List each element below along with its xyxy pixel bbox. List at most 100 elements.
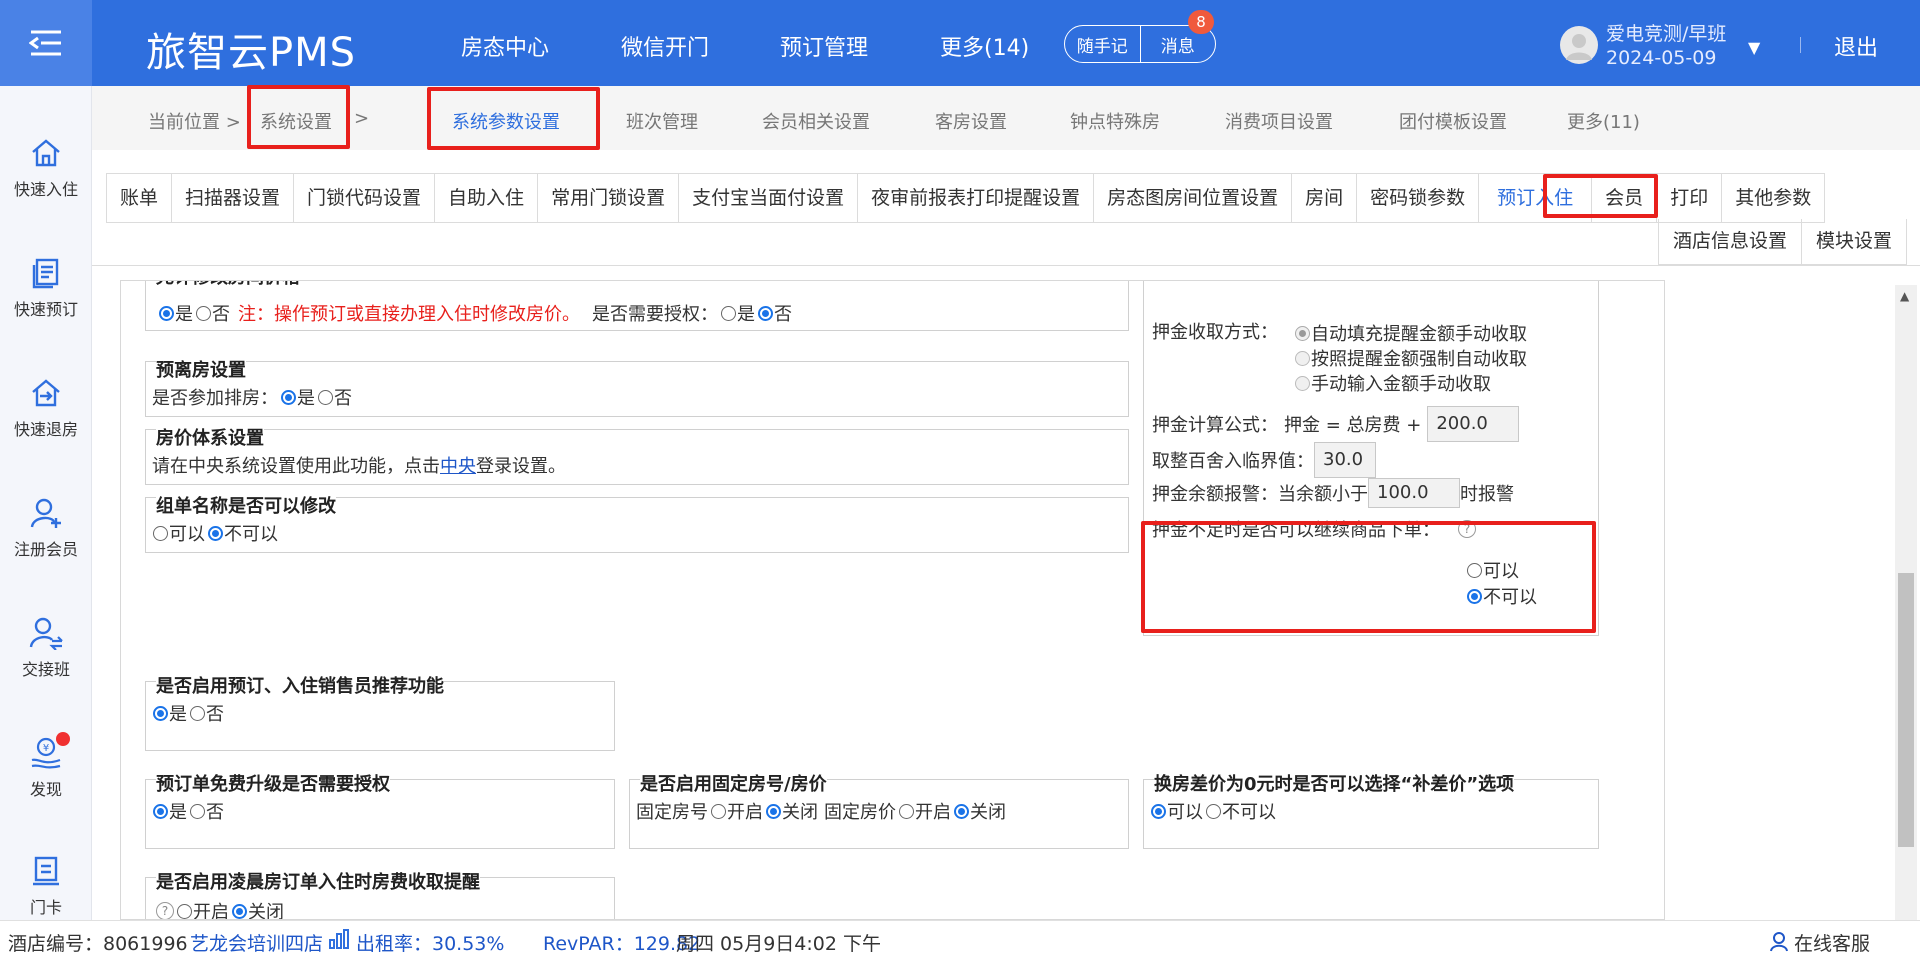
radio-label: 开启 (727, 802, 763, 823)
sidebar-label: 快速退房 (13, 420, 78, 439)
fixed-room-label: 固定房号 (636, 802, 708, 823)
radio-arrange-no[interactable] (318, 389, 333, 405)
subtab-password-lock[interactable]: 密码锁参数 (1357, 174, 1480, 222)
section-title: 换房差价为0元时是否可以选择“补差价”选项 (1154, 770, 1515, 796)
subtab-bill[interactable]: 账单 (107, 174, 173, 222)
user-info[interactable]: 爱电竞测/早班 2024-05-09 (1606, 22, 1726, 70)
breadcrumb: 当前位置 > 系统设置 > 系统参数设置 班次管理 会员相关设置 客房设置 钟点… (92, 86, 1920, 150)
subtab-self-checkin[interactable]: 自助入住 (435, 174, 539, 222)
subtab-room-map-position[interactable]: 房态图房间位置设置 (1094, 174, 1293, 222)
radio-auth-yes[interactable] (721, 305, 736, 321)
user-swap-icon (29, 617, 63, 650)
section-title: 允许修改房间价格 (156, 281, 300, 288)
tab-shift-management[interactable]: 班次管理 (626, 108, 698, 134)
nav-wechat-door[interactable]: 微信开门 (621, 30, 709, 62)
tab-consumption-items[interactable]: 消费项目设置 (1225, 108, 1333, 134)
radio-label: 开启 (915, 802, 951, 823)
radio-group-name-can[interactable] (153, 525, 168, 541)
sidebar-item-quick-checkout[interactable]: 快速退房 (0, 376, 92, 440)
subtab-other-params[interactable]: 其他参数 (1722, 174, 1826, 222)
sidebar-item-quick-booking[interactable]: 快速预订 (0, 256, 92, 320)
section-title: 房价体系设置 (156, 424, 264, 450)
radio-early-off[interactable] (232, 903, 247, 919)
subtab-hotel-info[interactable]: 酒店信息设置 (1659, 219, 1803, 264)
radio-early-on[interactable] (177, 903, 192, 919)
radio-modify-price-yes[interactable] (159, 305, 174, 321)
radio-label: 可以 (1167, 802, 1203, 823)
radio-fixed-price-off[interactable] (954, 803, 969, 819)
radio-arrange-yes[interactable] (281, 389, 296, 405)
sidebar-item-register-member[interactable]: 注册会员 (0, 496, 92, 560)
menu-toggle-button[interactable] (0, 0, 92, 86)
section-modify-room-price: 允许修改房间价格 是 否 注：操作预订或直接办理入住时修改房价。 是否需要授权：… (145, 281, 1129, 331)
subtab-bar-row2: 酒店信息设置 模块设置 (1658, 219, 1908, 265)
subtab-module-settings[interactable]: 模块设置 (1802, 219, 1908, 264)
memo-button[interactable]: 随手记 (1065, 26, 1141, 62)
user-dropdown-icon[interactable]: ▼ (1748, 38, 1760, 57)
radio-modify-price-no[interactable] (196, 305, 211, 321)
nav-booking[interactable]: 预订管理 (780, 30, 868, 62)
radio-group-name-cannot[interactable] (208, 525, 223, 541)
home-icon (32, 139, 60, 167)
nav-room-status[interactable]: 房态中心 (461, 30, 549, 62)
radio-deposit-force-auto[interactable] (1295, 350, 1310, 366)
online-service-link[interactable]: 在线客服 (1794, 929, 1870, 956)
sidebar-item-quick-checkin[interactable]: 快速入住 (0, 136, 92, 200)
sidebar-item-discover[interactable]: ¥ 发现 (0, 736, 92, 800)
radio-auth-no[interactable] (758, 305, 773, 321)
radio-upgrade-no[interactable] (190, 803, 205, 819)
subtab-lock-code[interactable]: 门锁代码设置 (294, 174, 436, 222)
round-threshold-input[interactable]: 30.0 (1314, 442, 1376, 478)
radio-salesperson-no[interactable] (190, 705, 205, 721)
radio-deposit-manual[interactable] (1295, 375, 1310, 391)
radio-diff-cannot[interactable] (1206, 803, 1221, 819)
radio-upgrade-yes[interactable] (153, 803, 168, 819)
radio-label: 按照提醒金额强制自动收取 (1311, 349, 1527, 370)
radio-fixed-room-on[interactable] (711, 803, 726, 819)
tab-group-pay-template[interactable]: 团付模板设置 (1399, 108, 1507, 134)
sidebar-label: 快速入住 (13, 180, 78, 199)
tab-room-settings[interactable]: 客房设置 (935, 108, 1007, 134)
central-login-link[interactable]: 中央 (440, 452, 476, 478)
subtab-night-audit-print[interactable]: 夜审前报表打印提醒设置 (858, 174, 1095, 222)
subtab-room[interactable]: 房间 (1292, 174, 1358, 222)
logout-button[interactable]: 退出 (1834, 30, 1878, 62)
nav-more[interactable]: 更多(14) (940, 30, 1029, 62)
sidebar-item-shift-handover[interactable]: 交接班 (0, 616, 92, 680)
radio-fixed-price-on[interactable] (899, 803, 914, 819)
scrollbar-thumb[interactable] (1898, 573, 1914, 847)
sidebar-label: 门卡 (29, 898, 62, 917)
avatar[interactable] (1560, 26, 1598, 64)
message-badge: 8 (1188, 10, 1214, 34)
radio-fixed-room-off[interactable] (766, 803, 781, 819)
hotel-name[interactable]: 艺龙会培训四店 (190, 929, 323, 956)
top-header: 旅智云PMS 房态中心 微信开门 预订管理 更多(14) 随手记 消息 8 爱电… (0, 0, 1920, 86)
tab-hourly-rooms[interactable]: 钟点特殊房 (1070, 108, 1160, 134)
radio-label: 关闭 (782, 802, 818, 823)
radio-deposit-auto-fill[interactable] (1295, 325, 1310, 341)
radio-diff-can[interactable] (1151, 803, 1166, 819)
customer-service-icon (1768, 930, 1790, 957)
alarm-amount-input[interactable]: 100.0 (1368, 478, 1460, 508)
discover-notification-dot (56, 732, 70, 746)
radio-label: 是 (175, 304, 193, 325)
radio-salesperson-yes[interactable] (153, 705, 168, 721)
section-title: 是否启用固定房号/房价 (640, 770, 827, 796)
subtab-scanner[interactable]: 扫描器设置 (172, 174, 295, 222)
alarm-tail: 时报警 (1460, 484, 1514, 505)
scroll-up-icon[interactable]: ▲ (1900, 289, 1909, 303)
tab-member-settings[interactable]: 会员相关设置 (762, 108, 870, 134)
subtab-alipay[interactable]: 支付宝当面付设置 (679, 174, 859, 222)
help-icon[interactable]: ? (156, 902, 174, 919)
sidebar-label: 注册会员 (13, 540, 78, 559)
highlight-box-insufficient-deposit (1141, 521, 1596, 633)
deposit-method-label: 押金收取方式： (1152, 322, 1278, 343)
divider (92, 265, 1920, 266)
vertical-scrollbar[interactable]: ▲ (1895, 285, 1917, 920)
sidebar-item-room-card[interactable]: 门卡 (0, 854, 92, 918)
subtab-print[interactable]: 打印 (1657, 174, 1723, 222)
subtab-common-lock[interactable]: 常用门锁设置 (538, 174, 680, 222)
tab-more[interactable]: 更多(11) (1567, 108, 1640, 134)
radio-label: 关闭 (248, 902, 284, 920)
formula-amount-input[interactable]: 200.0 (1427, 406, 1520, 442)
